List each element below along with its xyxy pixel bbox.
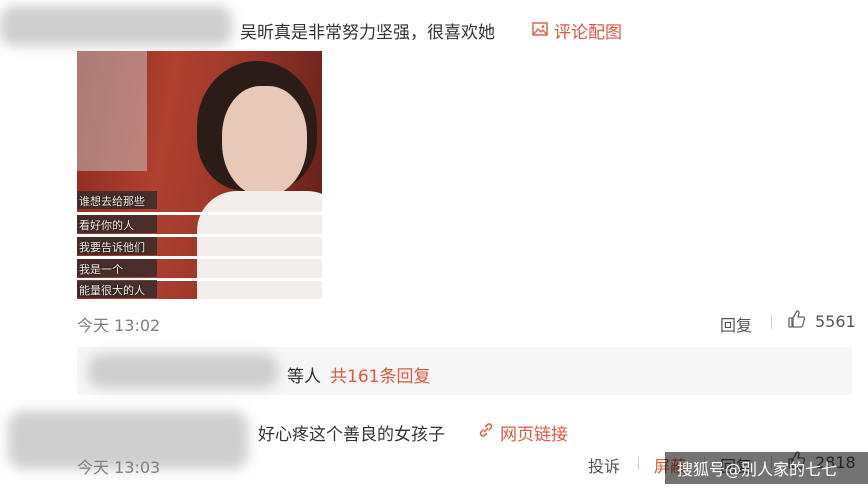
like-count: 5561 — [815, 311, 856, 331]
image-icon — [532, 21, 548, 41]
reply-count-link[interactable]: 共161条回复 — [330, 362, 430, 387]
image-subtitle: 我是一个 — [79, 263, 123, 276]
comment-time: 今天 13:02 — [77, 316, 161, 335]
image-link-label: 评论配图 — [554, 23, 622, 43]
image-subtitle: 谁想去给那些 — [79, 195, 145, 208]
image-subtitle: 我要告诉他们 — [79, 241, 145, 254]
image-subtitle: 能量很大的人 — [79, 284, 145, 297]
report-button[interactable]: 投诉 — [588, 453, 620, 477]
thumbs-up-icon — [787, 309, 807, 333]
link-icon — [478, 422, 494, 443]
web-link[interactable]: 网页链接 — [478, 420, 568, 445]
image-subtitle: 看好你的人 — [79, 219, 134, 232]
blurred-username — [0, 6, 232, 46]
watermark: 搜狐号@别人家的七七 — [665, 452, 868, 484]
web-link-label: 网页链接 — [500, 425, 568, 445]
comment-image-link[interactable]: 评论配图 — [532, 18, 622, 43]
like-button[interactable]: 5561 — [787, 309, 856, 333]
comment-text: 好心疼这个善良的女孩子 — [258, 425, 445, 445]
comment-time: 今天 13:03 — [77, 458, 161, 477]
comment-image[interactable]: 谁想去给那些 看好你的人 我要告诉他们 我是一个 能量很大的人 — [77, 51, 322, 299]
reply-button[interactable]: 回复 — [720, 312, 752, 336]
reply-summary-suffix: 等人 — [287, 367, 321, 387]
divider — [638, 456, 639, 470]
blurred-username — [88, 354, 278, 388]
comment-text: 吴昕真是非常努力坚强，很喜欢她 — [240, 23, 495, 43]
divider — [771, 315, 772, 329]
